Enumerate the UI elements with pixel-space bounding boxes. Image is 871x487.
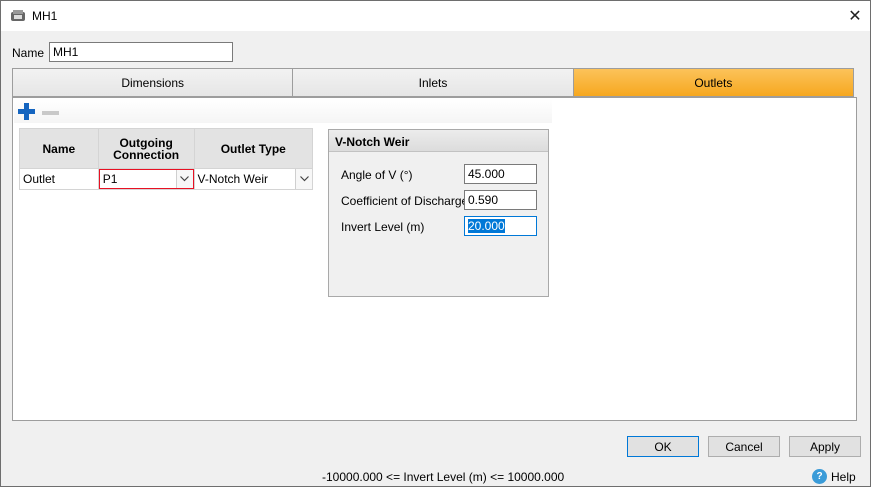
name-label: Name	[12, 46, 45, 60]
help-button[interactable]: ? Help	[812, 469, 856, 484]
cell-outlet-type[interactable]: V-Notch Weir	[193, 168, 314, 190]
tab-strip: Dimensions Inlets Outlets	[12, 68, 854, 97]
v-notch-weir-group: V-Notch Weir Angle of V (°) 45.000 Coeff…	[328, 129, 549, 297]
cell-name[interactable]: Outlet	[19, 168, 99, 190]
outlet-type-select[interactable]: V-Notch Weir	[195, 169, 312, 189]
cancel-button[interactable]: Cancel	[708, 436, 780, 457]
help-label: Help	[831, 469, 856, 484]
invert-level-value: 20.000	[468, 219, 505, 233]
grid-header-row: Name Outgoing Connection Outlet Type	[19, 128, 314, 169]
chevron-down-icon[interactable]	[175, 170, 193, 188]
window-title: MH1	[32, 9, 58, 23]
title-bar: MH1 ✕	[1, 1, 870, 31]
name-input[interactable]: MH1	[49, 42, 233, 62]
outlets-grid: Name Outgoing Connection Outlet Type Out…	[19, 128, 314, 190]
help-icon: ?	[812, 469, 827, 484]
toolstrip	[14, 99, 552, 123]
dialog-window: MH1 ✕ Name MH1 Dimensions Inlets Outlets…	[0, 0, 871, 487]
invert-level-input[interactable]: 20.000	[464, 216, 537, 236]
minus-icon[interactable]	[42, 111, 59, 115]
group-title: V-Notch Weir	[329, 130, 548, 152]
manhole-icon	[11, 10, 25, 21]
plus-icon[interactable]	[18, 103, 35, 120]
outlet-type-value: V-Notch Weir	[197, 172, 268, 186]
tab-outlets[interactable]: Outlets	[573, 69, 853, 96]
invert-level-label: Invert Level (m)	[341, 220, 425, 234]
table-row[interactable]: Outlet P1 V-Notch Weir	[19, 168, 314, 190]
tab-inlets[interactable]: Inlets	[293, 69, 574, 96]
column-header-outlet-type: Outlet Type	[193, 128, 314, 169]
status-text: -10000.000 <= Invert Level (m) <= 10000.…	[322, 470, 565, 484]
discharge-coefficient-label: Coefficient of Discharge	[341, 194, 469, 208]
column-header-name: Name	[19, 128, 99, 169]
discharge-coefficient-input[interactable]: 0.590	[464, 190, 537, 210]
angle-label: Angle of V (°)	[341, 168, 413, 182]
close-button[interactable]: ✕	[841, 3, 869, 29]
angle-input[interactable]: 45.000	[464, 164, 537, 184]
cell-outgoing-connection[interactable]: P1	[97, 168, 195, 190]
ok-button[interactable]: OK	[627, 436, 699, 457]
column-header-outgoing-connection: Outgoing Connection	[97, 128, 195, 169]
chevron-down-icon[interactable]	[295, 169, 312, 189]
outlets-panel: Name Outgoing Connection Outlet Type Out…	[12, 97, 857, 421]
tab-dimensions[interactable]: Dimensions	[13, 69, 294, 96]
close-icon: ✕	[848, 8, 862, 25]
outgoing-connection-value: P1	[102, 172, 118, 186]
outgoing-connection-select[interactable]: P1	[98, 169, 194, 189]
apply-button[interactable]: Apply	[789, 436, 861, 457]
